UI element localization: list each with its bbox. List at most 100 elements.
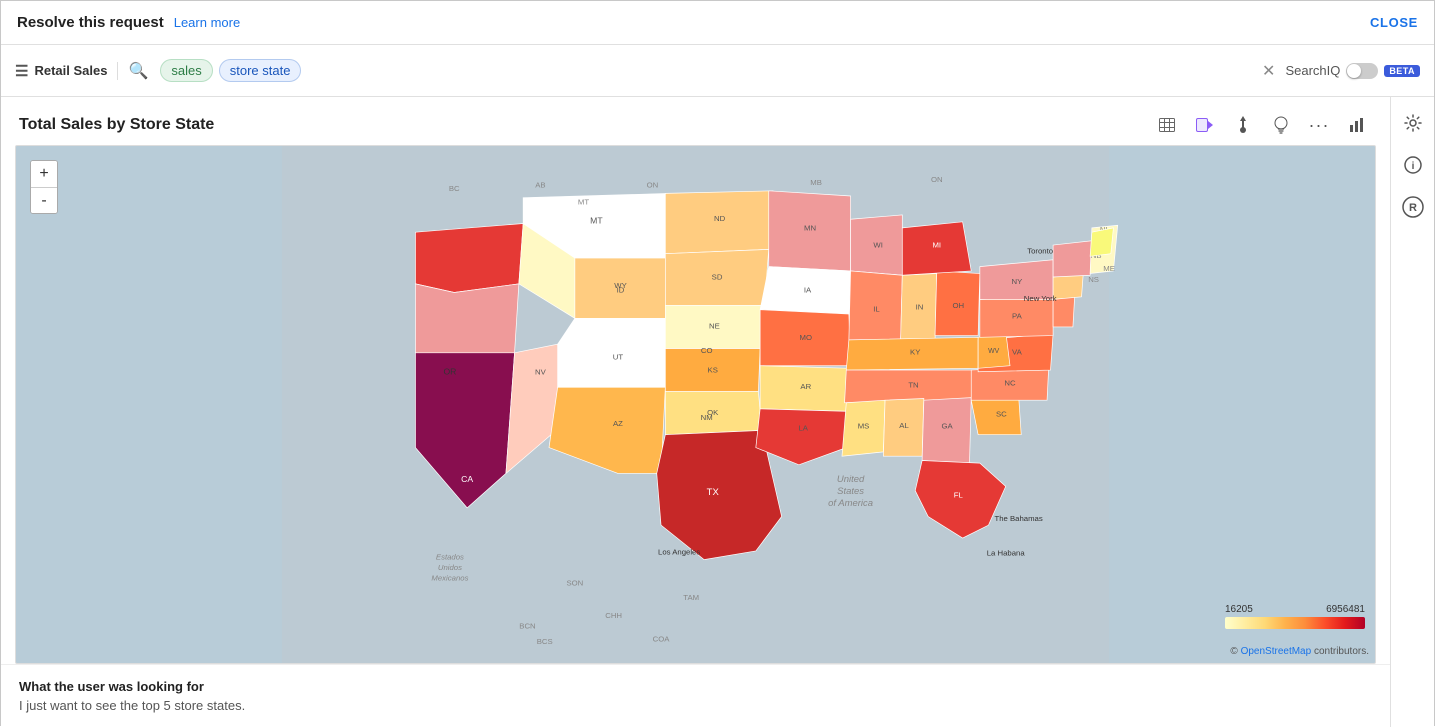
chart-title: Total Sales by Store State <box>19 116 214 134</box>
label-il: IL <box>873 304 880 313</box>
legend-max: 6956481 <box>1326 604 1365 615</box>
state-nb-canada <box>1090 228 1113 256</box>
search-chips: sales store state <box>160 59 1248 82</box>
top-bar-left: Resolve this request Learn more <box>17 14 240 31</box>
label-ia: IA <box>804 285 812 294</box>
label-son: SON <box>566 578 583 587</box>
label-usa: United <box>837 474 865 485</box>
searchiq-toggle-area: SearchIQ BETA <box>1285 63 1420 79</box>
datasource-icon: ☰ <box>15 62 28 80</box>
state-or <box>415 284 518 353</box>
table-view-btn[interactable] <box>1152 111 1182 139</box>
label-chh: CHH <box>605 611 622 620</box>
table-icon <box>1159 118 1175 132</box>
label-nv: NV <box>535 367 547 376</box>
label-wy: WY <box>614 281 626 290</box>
insight-btn[interactable] <box>1266 111 1296 139</box>
label-bc: BC <box>449 184 460 193</box>
pin-icon <box>1236 116 1250 134</box>
label-ok: OK <box>707 408 719 417</box>
search-bar: ☰ Retail Sales 🔍 sales store state ✕ Sea… <box>1 45 1434 97</box>
close-button[interactable]: CLOSE <box>1370 15 1418 30</box>
label-ab: AB <box>535 180 545 189</box>
legend-values: 16205 6956481 <box>1225 604 1365 615</box>
label-ca: CA <box>461 474 473 484</box>
searchiq-toggle[interactable] <box>1346 63 1378 79</box>
chart-type-btn[interactable] <box>1342 111 1372 139</box>
beta-badge: BETA <box>1384 65 1420 77</box>
map-container[interactable]: + - <box>15 145 1376 664</box>
state-wa <box>415 224 523 293</box>
label-nd: ND <box>714 214 726 223</box>
lightbulb-icon <box>1273 116 1289 134</box>
settings-btn[interactable] <box>1395 105 1431 141</box>
label-wv: WV <box>988 348 999 355</box>
svg-text:MT: MT <box>578 198 589 207</box>
legend-bar <box>1225 617 1365 629</box>
chip-sales[interactable]: sales <box>160 59 212 82</box>
label-sd: SD <box>712 273 723 282</box>
svg-text:ON: ON <box>931 175 943 184</box>
label-bcn: BCN <box>519 622 535 631</box>
label-la: LA <box>798 423 808 432</box>
r-btn[interactable]: R <box>1395 189 1431 225</box>
zoom-out-button[interactable]: - <box>31 187 57 213</box>
svg-text:NS: NS <box>1088 275 1099 284</box>
learn-more-link[interactable]: Learn more <box>174 15 240 30</box>
label-mo: MO <box>800 333 812 342</box>
attribution-suffix: contributors. <box>1314 646 1369 657</box>
bottom-panel: What the user was looking for I just wan… <box>1 664 1390 727</box>
bar-chart-icon <box>1349 117 1365 133</box>
right-sidebar: i R <box>1390 97 1434 727</box>
pin-btn[interactable] <box>1228 111 1258 139</box>
search-clear-button[interactable]: ✕ <box>1262 61 1275 81</box>
state-ct <box>1053 274 1083 300</box>
label-az: AZ <box>613 419 623 428</box>
label-ga: GA <box>942 422 954 431</box>
label-ms: MS <box>858 422 870 431</box>
search-icon: 🔍 <box>128 61 148 81</box>
attribution-prefix: © <box>1230 646 1237 657</box>
label-mexico: Estados <box>436 553 464 562</box>
state-vt <box>1053 241 1092 277</box>
top-bar: Resolve this request Learn more CLOSE <box>1 1 1434 45</box>
label-sc: SC <box>996 410 1007 419</box>
video-btn[interactable] <box>1190 111 1220 139</box>
bottom-text: I just want to see the top 5 store state… <box>19 698 1372 713</box>
label-on: ON <box>647 180 659 189</box>
us-map-svg: OR CA NV ID MT WY UT AZ CO NM ND SD NE K… <box>16 146 1375 663</box>
datasource-selector[interactable]: ☰ Retail Sales <box>15 62 118 80</box>
label-or: OR <box>443 366 456 376</box>
searchiq-label: SearchIQ <box>1285 63 1340 78</box>
label-ar: AR <box>800 382 811 391</box>
svg-text:of America: of America <box>828 498 873 509</box>
map-legend: 16205 6956481 <box>1225 604 1365 629</box>
svg-text:Unidos: Unidos <box>438 563 462 572</box>
chip-store-state[interactable]: store state <box>219 59 302 82</box>
label-tn: TN <box>908 380 918 389</box>
more-options-btn[interactable]: ··· <box>1304 111 1334 139</box>
label-ne: NE <box>709 322 720 331</box>
label-co: CO <box>701 346 713 355</box>
label-losangeles: Los Angeles <box>658 547 700 556</box>
label-al: AL <box>899 421 909 430</box>
resolve-title: Resolve this request <box>17 14 164 31</box>
label-bahamas: The Bahamas <box>995 514 1043 523</box>
openstreetmap-link[interactable]: OpenStreetMap <box>1241 646 1312 657</box>
more-icon: ··· <box>1309 115 1330 136</box>
label-va: VA <box>1012 348 1023 357</box>
svg-text:ME: ME <box>1103 264 1115 273</box>
chart-header: Total Sales by Store State <box>1 97 1390 145</box>
label-pa: PA <box>1012 311 1023 320</box>
label-tam: TAM <box>683 593 699 602</box>
zoom-in-button[interactable]: + <box>31 161 57 187</box>
label-ut: UT <box>613 353 624 362</box>
info-btn[interactable]: i <box>1395 147 1431 183</box>
svg-text:States: States <box>837 486 864 497</box>
label-mn: MN <box>804 223 816 232</box>
state-ut <box>558 318 666 387</box>
svg-text:MB: MB <box>810 178 822 187</box>
chart-area: Total Sales by Store State <box>1 97 1390 727</box>
label-ny: NY <box>1012 277 1023 286</box>
label-coa: COA <box>653 634 671 643</box>
